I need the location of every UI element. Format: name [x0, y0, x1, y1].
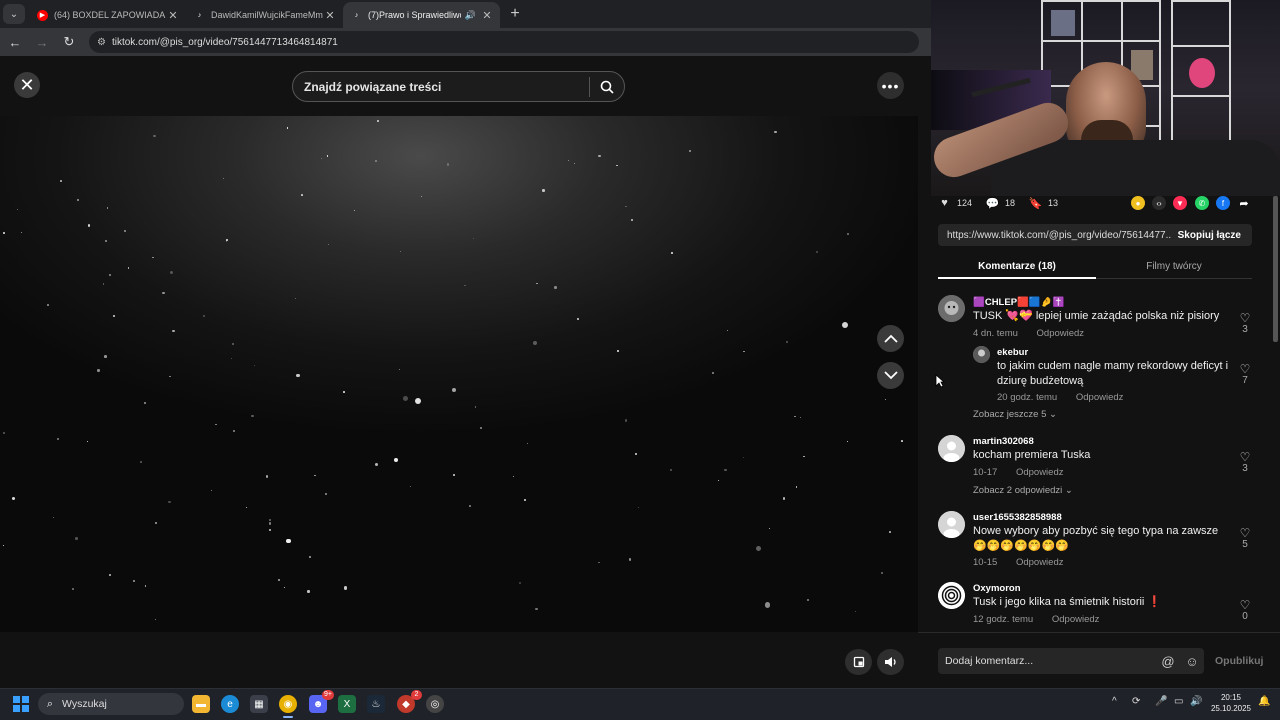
- avatar[interactable]: [973, 346, 990, 363]
- network-icon[interactable]: ▭: [1174, 696, 1183, 707]
- video-controls-bar: [0, 632, 918, 688]
- tray-chevron-up-icon[interactable]: ^: [1112, 696, 1117, 707]
- reply-button[interactable]: Odpowiedz: [1037, 328, 1085, 339]
- comment-meta: 20 godz. temu Odpowiedz: [997, 392, 1139, 403]
- microphone-icon[interactable]: 🎤: [1155, 696, 1167, 707]
- emoji-icon[interactable]: ☺: [1180, 654, 1204, 669]
- comment-meta: 12 godz. temu Odpowiedz: [973, 614, 1115, 625]
- steam-icon[interactable]: ♨: [367, 695, 385, 713]
- screen: ⌄ ▶ (64) BOXDEL ZAPOWIADA POZ… ✕ ♪ Dawid…: [0, 0, 1280, 720]
- taskbar-search[interactable]: ⌕ Wyszukaj: [38, 693, 184, 715]
- reply-button[interactable]: Odpowiedz: [1016, 557, 1064, 568]
- taskbar-search-label: Wyszukaj: [62, 698, 107, 710]
- see-more-replies-button[interactable]: Zobacz jeszcze 5 ⌄: [973, 409, 1057, 420]
- comment-text-body: Tusk i jego klika na śmietnik historii: [973, 596, 1145, 608]
- sync-icon[interactable]: ⟳: [1132, 696, 1140, 707]
- comment-input[interactable]: Dodaj komentarz... @ ☺: [938, 648, 1204, 674]
- edge-icon[interactable]: e: [221, 695, 239, 713]
- avatar[interactable]: [938, 435, 965, 462]
- comment-time: 10-15: [973, 557, 998, 568]
- avatar[interactable]: [938, 295, 965, 322]
- comment-like-count: 3: [1242, 324, 1248, 335]
- comment-like-count: 3: [1242, 463, 1248, 474]
- volume-tray-icon[interactable]: 🔊: [1190, 696, 1202, 707]
- mouse-cursor-icon: [935, 374, 945, 388]
- clock-date: 25.10.2025: [1210, 704, 1252, 713]
- comment-text: to jakim cudem nagle mamy rekordowy defi…: [997, 360, 1229, 387]
- comment-list: 🟪CHLEP🟥🟦🤌✝️ TUSK 💘💝 lepiej umie zażądać …: [0, 0, 1280, 632]
- reply-button[interactable]: Odpowiedz: [1016, 467, 1064, 478]
- discord-icon[interactable]: ☻ 9+: [309, 690, 334, 713]
- comment-username[interactable]: ekebur: [997, 347, 1028, 358]
- comment-username[interactable]: Oxymoron: [973, 583, 1021, 594]
- reply-button[interactable]: Odpowiedz: [1052, 614, 1100, 625]
- comment-emojis: 🤭🤭🤭🤭🤭🤭🤭: [973, 540, 1069, 552]
- heart-outline-icon: ♡: [1239, 598, 1251, 612]
- comment-meta: 4 dn. temu Odpowiedz: [973, 328, 1100, 339]
- windows-start-icon[interactable]: [13, 696, 29, 712]
- heart-outline-icon: ♡: [1239, 362, 1251, 376]
- comment-like-button[interactable]: ♡ 7: [1236, 363, 1254, 386]
- store-icon[interactable]: ▦: [250, 695, 268, 713]
- heart-outline-icon: ♡: [1239, 526, 1251, 540]
- search-icon: ⌕: [46, 697, 54, 710]
- comment-placeholder: Dodaj komentarz...: [945, 655, 1034, 667]
- comment-username[interactable]: martin302068: [973, 436, 1034, 447]
- comment-username[interactable]: user1655382858988: [973, 512, 1062, 523]
- reply-button[interactable]: Odpowiedz: [1076, 392, 1124, 403]
- volume-icon[interactable]: [877, 649, 904, 675]
- pip-icon[interactable]: [845, 649, 872, 675]
- comment-text-body: Nowe wybory aby pozbyć się tego typa na …: [973, 525, 1219, 537]
- clock-time: 20:15: [1220, 693, 1242, 702]
- avatar[interactable]: [938, 582, 965, 609]
- file-explorer-icon[interactable]: ▬: [192, 695, 210, 713]
- comment-text: kocham premiera Tuska: [973, 449, 1091, 461]
- avatar[interactable]: [938, 511, 965, 538]
- see-more-label: Zobacz jeszcze 5: [973, 409, 1047, 420]
- comment-like-button[interactable]: ♡ 0: [1236, 599, 1254, 622]
- exclamation-emoji: ❗: [1147, 596, 1162, 608]
- heart-outline-icon: ♡: [1239, 311, 1251, 325]
- notification-bell-icon[interactable]: 🔔: [1258, 696, 1270, 707]
- comment-time: 4 dn. temu: [973, 328, 1018, 339]
- chevron-down-icon: ⌄: [1049, 409, 1058, 420]
- comment-username[interactable]: 🟪CHLEP🟥🟦🤌✝️: [973, 297, 1064, 308]
- obs-icon[interactable]: ◎: [426, 695, 444, 713]
- notification-badge: 9+: [322, 690, 334, 700]
- comment-like-count: 5: [1242, 539, 1248, 550]
- excel-icon[interactable]: X: [338, 695, 356, 713]
- comment-text: TUSK 💘💝 lepiej umie zażądać polska niż p…: [973, 310, 1220, 322]
- see-replies-button[interactable]: Zobacz 2 odpowiedzi ⌄: [973, 485, 1073, 496]
- system-clock[interactable]: 20:15 25.10.2025: [1208, 692, 1254, 714]
- comment-like-button[interactable]: ♡ 5: [1236, 527, 1254, 550]
- comment-text: Nowe wybory aby pozbyć się tego typa na …: [973, 524, 1228, 554]
- comment-like-count: 0: [1242, 611, 1248, 622]
- comment-time: 20 godz. temu: [997, 392, 1058, 403]
- mention-icon[interactable]: @: [1156, 654, 1180, 669]
- chrome-icon[interactable]: ◉: [279, 695, 297, 718]
- app-icon[interactable]: ◆ 2: [397, 690, 422, 713]
- notification-badge: 2: [411, 690, 422, 700]
- comment-like-count: 7: [1242, 375, 1248, 386]
- comment-like-button[interactable]: ♡ 3: [1236, 451, 1254, 474]
- chevron-down-icon: ⌄: [1064, 485, 1073, 496]
- comment-time: 12 godz. temu: [973, 614, 1034, 625]
- publish-button[interactable]: Opublikuj: [1215, 655, 1263, 667]
- comment-text: Tusk i jego klika na śmietnik historii ❗: [973, 595, 1228, 610]
- comment-meta: 10-17 Odpowiedz: [973, 467, 1079, 478]
- comment-time: 10-17: [973, 467, 998, 478]
- comment-meta: 10-15 Odpowiedz: [973, 557, 1079, 568]
- heart-outline-icon: ♡: [1239, 450, 1251, 464]
- see-replies-label: Zobacz 2 odpowiedzi: [973, 485, 1063, 496]
- comment-like-button[interactable]: ♡ 3: [1236, 312, 1254, 335]
